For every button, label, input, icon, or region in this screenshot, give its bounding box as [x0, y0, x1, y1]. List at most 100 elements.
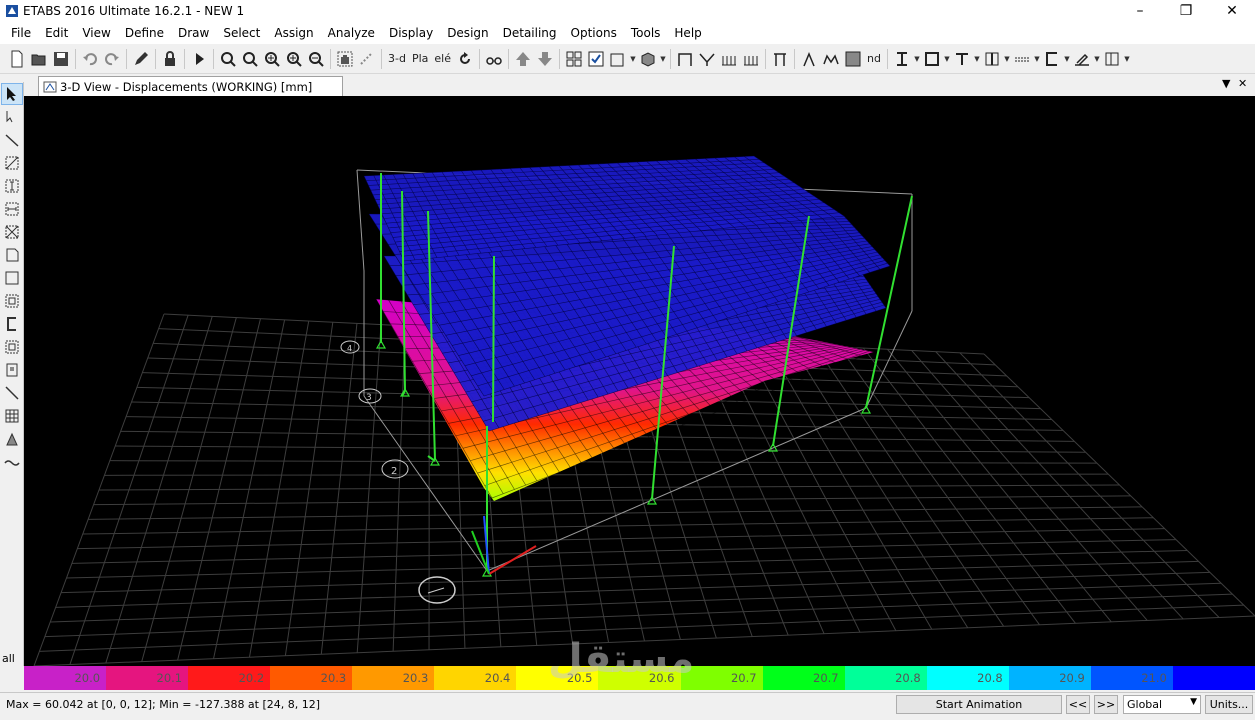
set-display-button[interactable] [585, 47, 607, 71]
zoom-out-button[interactable] [305, 47, 327, 71]
object-shrink-button[interactable] [637, 47, 659, 71]
menu-draw[interactable]: Draw [171, 22, 216, 44]
draw-link-tool[interactable] [1, 382, 23, 404]
restore-view-button[interactable] [239, 47, 261, 71]
wall-dropdown[interactable]: ▼ [1063, 55, 1071, 63]
t-section-button[interactable] [951, 47, 973, 71]
quick-floor-tool[interactable] [1, 290, 23, 312]
elevation-view-button[interactable]: elé [431, 52, 454, 65]
menu-display[interactable]: Display [382, 22, 440, 44]
draw-opening-tool[interactable] [1, 359, 23, 381]
shadow-dropdown[interactable]: ▼ [629, 55, 637, 63]
start-animation-button[interactable]: Start Animation [896, 695, 1062, 714]
reshape-tool[interactable] [1, 106, 23, 128]
menu-select[interactable]: Select [216, 22, 267, 44]
cube-icon [641, 51, 655, 67]
shadow-button[interactable] [607, 47, 629, 71]
menu-view[interactable]: View [75, 22, 117, 44]
menu-help[interactable]: Help [667, 22, 708, 44]
new-model-button[interactable] [6, 47, 28, 71]
draw-grid-tool[interactable] [1, 405, 23, 427]
run-analysis-button[interactable] [188, 47, 210, 71]
draw-tendon-tool[interactable] [1, 451, 23, 473]
save-button[interactable] [50, 47, 72, 71]
display-options-button[interactable] [1101, 47, 1123, 71]
menu-define[interactable]: Define [118, 22, 171, 44]
previous-step-button[interactable]: << [1066, 695, 1090, 714]
i-section-dropdown[interactable]: ▼ [913, 55, 921, 63]
menu-file[interactable]: File [4, 22, 38, 44]
draw-rect-floor-tool[interactable] [1, 267, 23, 289]
plan-view-button[interactable]: Pla [409, 52, 431, 65]
undo-button[interactable] [79, 47, 101, 71]
draw-tool-button[interactable] [1071, 47, 1093, 71]
edit-pen-button[interactable] [130, 47, 152, 71]
draw-column-tool[interactable] [1, 175, 23, 197]
view-3d-button[interactable]: 3-d [385, 52, 409, 65]
draw-floor-tool[interactable] [1, 244, 23, 266]
move-down-button[interactable] [534, 47, 556, 71]
slab-dropdown[interactable]: ▼ [1033, 55, 1041, 63]
pan-button[interactable] [334, 47, 356, 71]
tab-close-button[interactable]: ✕ [1238, 77, 1247, 90]
grid-view-button[interactable] [563, 47, 585, 71]
lock-button[interactable] [159, 47, 181, 71]
move-up-button[interactable] [512, 47, 534, 71]
draw-link-button[interactable] [798, 47, 820, 71]
draw-brace-button[interactable] [696, 47, 718, 71]
maximize-button[interactable]: ❐ [1163, 0, 1209, 22]
close-button[interactable]: ✕ [1209, 0, 1255, 22]
tab-3d-view[interactable]: 3-D View - Displacements (WORKING) [mm] [38, 76, 343, 96]
menu-edit[interactable]: Edit [38, 22, 75, 44]
structure-3d-render[interactable]: 4 3 2 [24, 96, 1255, 666]
minimize-button[interactable]: – [1117, 0, 1163, 22]
display-options-dropdown[interactable]: ▼ [1123, 55, 1131, 63]
draw-spring-button[interactable] [820, 47, 842, 71]
3d-viewport[interactable]: 4 3 2 [24, 96, 1255, 666]
zoom-in-button[interactable] [261, 47, 283, 71]
extrude-button[interactable] [842, 47, 864, 71]
box-section-dropdown[interactable]: ▼ [943, 55, 951, 63]
box-section-button[interactable] [921, 47, 943, 71]
units-button[interactable]: Units... [1205, 695, 1253, 714]
perspective-button[interactable] [483, 47, 505, 71]
coordinate-system-select[interactable]: Global ▼ [1123, 695, 1201, 714]
rotate-button[interactable] [454, 47, 476, 71]
draw-line-tool[interactable] [1, 129, 23, 151]
draw-secondary-button[interactable] [740, 47, 762, 71]
rubber-band-button[interactable] [356, 47, 378, 71]
menu-tools[interactable]: Tools [624, 22, 668, 44]
draw-tool-dropdown[interactable]: ▼ [1093, 55, 1101, 63]
draw-dimension-tool[interactable] [1, 428, 23, 450]
i-section-button[interactable] [891, 47, 913, 71]
menu-design[interactable]: Design [440, 22, 495, 44]
menu-options[interactable]: Options [564, 22, 624, 44]
draw-beam-button[interactable] [718, 47, 740, 71]
draw-frame-button[interactable] [674, 47, 696, 71]
zoom-window-button[interactable] [217, 47, 239, 71]
draw-column-button[interactable] [769, 47, 791, 71]
nd-button[interactable]: nd [864, 52, 884, 65]
draw-wall-tool[interactable] [1, 313, 23, 335]
pointer-tool[interactable] [1, 83, 23, 105]
select-all-label[interactable]: all [2, 652, 15, 665]
redo-button[interactable] [101, 47, 123, 71]
quick-wall-tool[interactable] [1, 336, 23, 358]
tab-list-dropdown[interactable]: ▼ [1222, 77, 1230, 90]
zoom-in-step-button[interactable] [283, 47, 305, 71]
object-dropdown[interactable]: ▼ [659, 55, 667, 63]
open-button[interactable] [28, 47, 50, 71]
menu-analyze[interactable]: Analyze [321, 22, 382, 44]
menu-assign[interactable]: Assign [267, 22, 320, 44]
box-section-icon [924, 51, 939, 66]
column-section-dropdown[interactable]: ▼ [1003, 55, 1011, 63]
draw-brace-tool[interactable] [1, 221, 23, 243]
draw-beam-tool[interactable] [1, 198, 23, 220]
draw-area-tool[interactable] [1, 152, 23, 174]
menu-detailing[interactable]: Detailing [496, 22, 564, 44]
wall-button[interactable] [1041, 47, 1063, 71]
slab-button[interactable] [1011, 47, 1033, 71]
next-step-button[interactable]: >> [1094, 695, 1118, 714]
t-section-dropdown[interactable]: ▼ [973, 55, 981, 63]
column-section-button[interactable] [981, 47, 1003, 71]
